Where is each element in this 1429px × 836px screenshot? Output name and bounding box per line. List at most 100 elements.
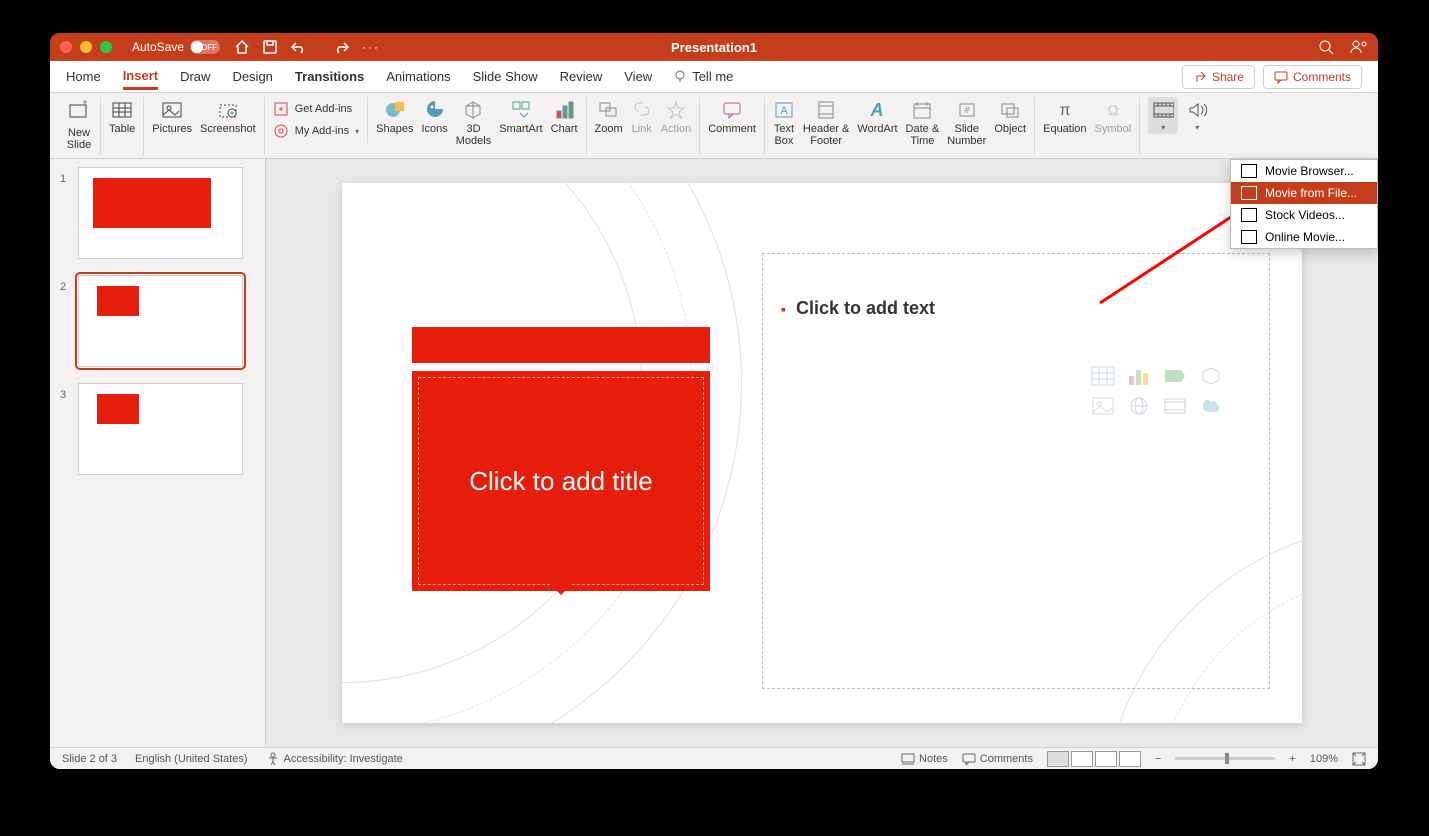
ribbon: New Slide Table Pictures Screenshot Get … <box>50 93 1378 159</box>
close-window-button[interactable] <box>60 41 72 53</box>
undo-icon[interactable] <box>290 39 306 55</box>
insert-icon-icon[interactable] <box>1197 394 1225 418</box>
insert-chart-icon[interactable] <box>1125 364 1153 388</box>
svg-text:π: π <box>1059 102 1070 119</box>
film-search-icon <box>1241 208 1257 222</box>
thumbnail-3[interactable]: 3 <box>60 383 255 475</box>
title-placeholder[interactable]: Click to add title <box>412 327 710 591</box>
video-button[interactable]: ▾ <box>1148 97 1178 134</box>
maximize-window-button[interactable] <box>100 41 112 53</box>
film-icon <box>1241 164 1257 178</box>
smartart-button[interactable]: SmartArt <box>499 97 542 135</box>
slide-count[interactable]: Slide 2 of 3 <box>62 753 117 765</box>
autosave-toggle[interactable]: AutoSave OFF <box>132 40 220 54</box>
menu-stock-videos[interactable]: Stock Videos... <box>1231 204 1377 226</box>
thumbnail-1[interactable]: 1 <box>60 167 255 259</box>
pictures-button[interactable]: Pictures <box>152 97 192 135</box>
autosave-switch[interactable]: OFF <box>190 40 220 54</box>
thumb-number: 1 <box>60 167 72 259</box>
slideshow-view-button[interactable] <box>1119 751 1141 767</box>
slide-canvas[interactable]: Click to add title Click to add text <box>342 183 1302 723</box>
menu-movie-from-file[interactable]: Movie from File... <box>1231 182 1377 204</box>
tab-transitions[interactable]: Transitions <box>295 65 364 88</box>
tab-animations[interactable]: Animations <box>386 65 450 88</box>
svg-text:A: A <box>870 100 884 120</box>
minimize-window-button[interactable] <box>80 41 92 53</box>
language-status[interactable]: English (United States) <box>135 753 248 765</box>
zoom-in-button[interactable]: + <box>1289 753 1295 765</box>
tab-draw[interactable]: Draw <box>180 65 210 88</box>
tab-design[interactable]: Design <box>232 65 272 88</box>
reading-view-button[interactable] <box>1095 751 1117 767</box>
comment-icon <box>1274 70 1288 84</box>
symbol-button[interactable]: ΩSymbol <box>1095 97 1132 135</box>
more-icon[interactable]: ··· <box>362 40 380 54</box>
insert-video-icon[interactable] <box>1161 394 1189 418</box>
share-button[interactable]: Share <box>1182 65 1255 89</box>
wordart-button[interactable]: AWordArt <box>857 97 897 135</box>
document-title: Presentation1 <box>671 40 757 55</box>
accessibility-status[interactable]: Accessibility: Investigate <box>266 752 403 766</box>
header-footer-button[interactable]: Header & Footer <box>803 97 849 147</box>
insert-online-picture-icon[interactable] <box>1125 394 1153 418</box>
zoom-slider[interactable] <box>1175 757 1275 760</box>
screenshot-button[interactable]: Screenshot <box>200 97 256 135</box>
textbox-button[interactable]: AText Box <box>773 97 795 147</box>
status-comments-button[interactable]: Comments <box>962 753 1033 765</box>
tab-insert[interactable]: Insert <box>123 64 158 90</box>
3d-models-button[interactable]: 3D Models <box>456 97 491 147</box>
table-button[interactable]: Table <box>109 97 135 135</box>
zoom-level[interactable]: 109% <box>1310 753 1338 765</box>
redo-icon[interactable] <box>334 39 350 55</box>
tab-view[interactable]: View <box>624 65 652 88</box>
text-placeholder-text: Click to add text <box>781 298 1251 319</box>
tab-home[interactable]: Home <box>66 65 101 88</box>
insert-table-icon[interactable] <box>1089 364 1117 388</box>
insert-3d-icon[interactable] <box>1197 364 1225 388</box>
normal-view-button[interactable] <box>1047 751 1069 767</box>
thumbnail-2[interactable]: 2 <box>60 275 255 367</box>
save-icon[interactable] <box>262 39 278 55</box>
zoom-out-button[interactable]: − <box>1155 753 1161 765</box>
icons-button[interactable]: Icons <box>421 97 447 135</box>
home-icon[interactable] <box>234 39 250 55</box>
content-placeholder[interactable]: Click to add text <box>762 253 1270 689</box>
menu-movie-browser[interactable]: Movie Browser... <box>1231 160 1377 182</box>
tellme-label: Tell me <box>692 69 733 84</box>
equation-button[interactable]: πEquation <box>1043 97 1086 135</box>
comments-button[interactable]: Comments <box>1263 65 1362 89</box>
placeholder-icons <box>1089 364 1227 418</box>
slide-canvas-area: Click to add title Click to add text <box>266 159 1378 747</box>
titlebar: AutoSave OFF ▾ ··· Presentation1 <box>50 33 1378 61</box>
notes-button[interactable]: Notes <box>901 753 948 765</box>
zoom-button[interactable]: Zoom <box>595 97 623 135</box>
datetime-button[interactable]: Date & Time <box>906 97 940 147</box>
slide-number-button[interactable]: #Slide Number <box>947 97 986 147</box>
get-addins-button[interactable]: Get Add-ins <box>273 101 359 117</box>
action-button[interactable]: Action <box>661 97 692 135</box>
insert-picture-icon[interactable] <box>1089 394 1117 418</box>
chart-button[interactable]: Chart <box>551 97 578 135</box>
tab-slideshow[interactable]: Slide Show <box>473 65 538 88</box>
content-area: 1 2 3 Click to add title <box>50 159 1378 747</box>
ribbon-tabs: Home Insert Draw Design Transitions Anim… <box>50 61 1378 93</box>
my-addins-button[interactable]: My Add-ins▾ <box>273 123 359 139</box>
insert-smartart-icon[interactable] <box>1161 364 1189 388</box>
tellme-search[interactable]: Tell me <box>674 65 733 88</box>
undo-dropdown-icon[interactable]: ▾ <box>318 43 322 52</box>
view-buttons <box>1047 751 1141 767</box>
share-icon <box>1193 70 1207 84</box>
fit-to-window-button[interactable] <box>1352 752 1366 766</box>
sorter-view-button[interactable] <box>1071 751 1093 767</box>
tab-review[interactable]: Review <box>560 65 603 88</box>
search-icon[interactable] <box>1318 39 1334 55</box>
account-icon[interactable] <box>1350 39 1368 55</box>
object-button[interactable]: Object <box>994 97 1026 135</box>
audio-button[interactable]: ▾ <box>1186 97 1208 132</box>
new-slide-button[interactable]: New Slide <box>66 97 92 151</box>
menu-online-movie[interactable]: Online Movie... <box>1231 226 1377 248</box>
shapes-button[interactable]: Shapes <box>376 97 413 135</box>
svg-text:A: A <box>780 105 788 117</box>
insert-comment-button[interactable]: Comment <box>708 97 756 135</box>
link-button[interactable]: Link <box>631 97 653 135</box>
